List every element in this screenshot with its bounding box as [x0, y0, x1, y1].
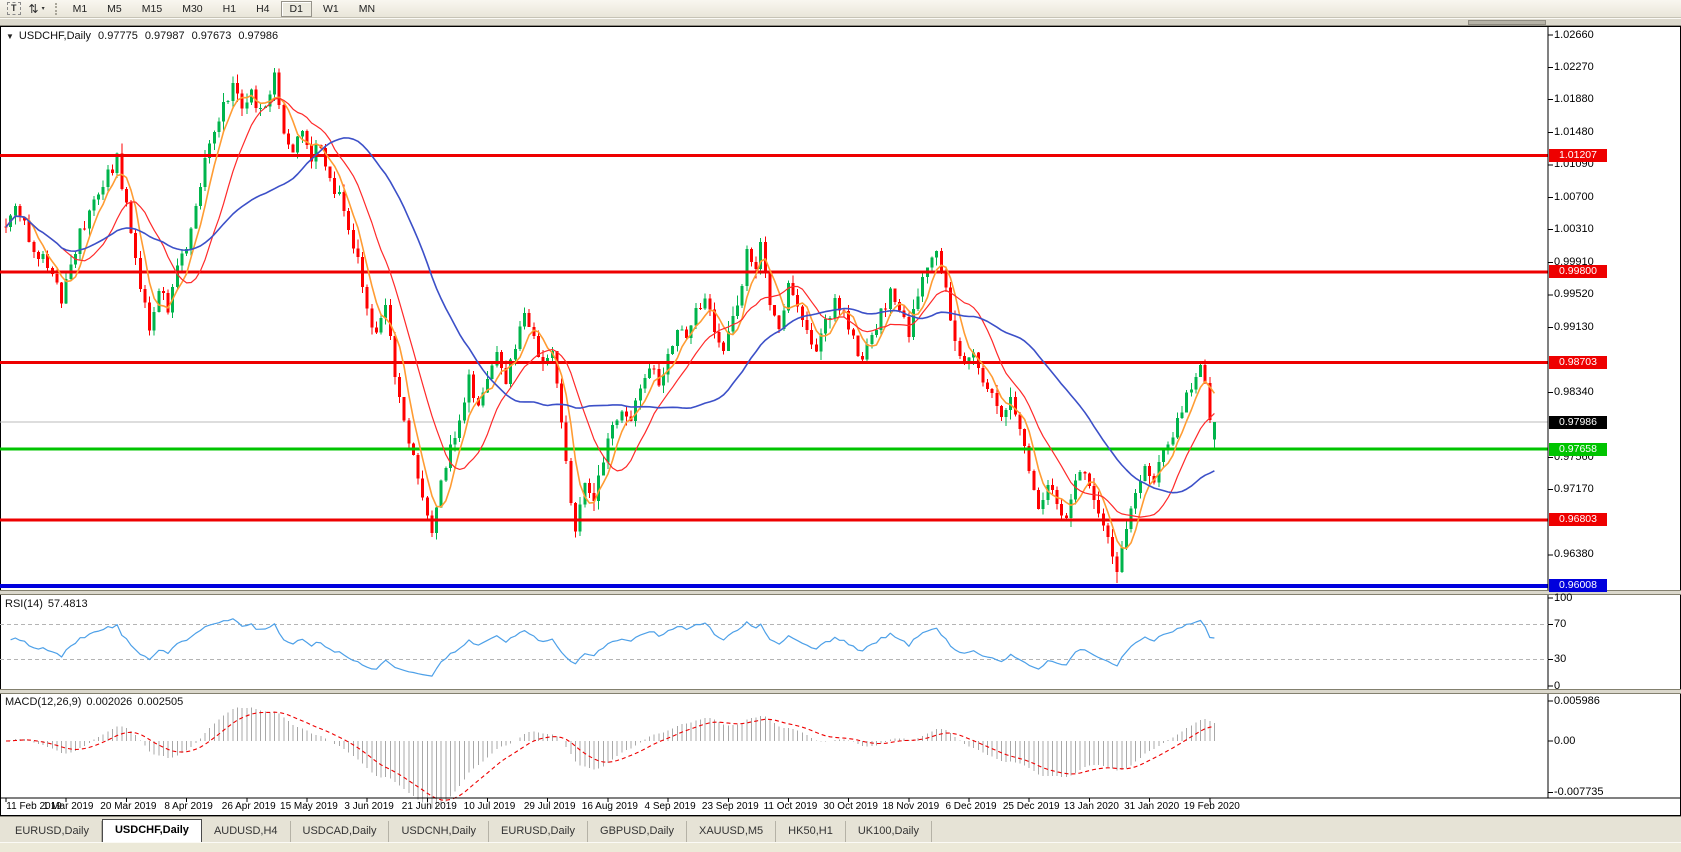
time-axis-label: 4 Sep 2019 — [644, 801, 696, 812]
time-axis-label: 26 Apr 2019 — [221, 801, 276, 812]
status-bar — [0, 842, 1681, 852]
text-tool-icon: T — [7, 2, 21, 15]
price-level-badge: 1.01207 — [1549, 148, 1607, 162]
chart-tabs-bar: EURUSD,Daily USDCHF,Daily AUDUSD,H4 USDCAD,… — [0, 816, 1681, 842]
ohlc-close: 0.97986 — [238, 30, 279, 42]
rsi-axis-label: 100 — [1554, 591, 1573, 604]
symbol-period-label: USDCHF,Daily — [18, 30, 92, 42]
price-level-badge: 0.99800 — [1549, 265, 1607, 279]
time-axis-label: 19 Feb 2020 — [1183, 801, 1240, 812]
macd-axis-label: 0.005986 — [1554, 694, 1600, 707]
hscrollbar-thumb[interactable] — [1468, 20, 1546, 25]
time-axis-label: 30 Oct 2019 — [823, 801, 878, 812]
macd-axis-label: -0.007735 — [1554, 786, 1604, 799]
text-tool-button[interactable]: T — [3, 1, 25, 16]
time-axis-label: 1 Mar 2019 — [42, 801, 94, 812]
time-axis-label: 25 Dec 2019 — [1002, 801, 1060, 812]
mt4-window: T ⇅ ▾ M1 M5 M15 M30 H1 H4 D1 W1 MN ▼ USDCHF,Dail… — [0, 0, 1681, 852]
arrows-icon: ⇅ — [28, 1, 39, 16]
price-axis-label: 0.99520 — [1554, 288, 1594, 301]
chart-tab[interactable]: USDCNH,Daily — [389, 821, 490, 842]
time-axis-label: 13 Jan 2020 — [1063, 801, 1119, 812]
timeframe-button-m5[interactable]: M5 — [98, 1, 131, 17]
rsi-axis-label: 30 — [1554, 653, 1567, 666]
caret-down-icon: ▾ — [41, 6, 45, 12]
ohlc-low: 0.97673 — [191, 30, 232, 42]
chart-canvas[interactable] — [0, 26, 1681, 816]
rsi-axis-label: 70 — [1554, 617, 1567, 630]
chart-tab[interactable]: EURUSD,Daily — [3, 821, 102, 842]
price-axis-label: 1.01480 — [1554, 126, 1594, 139]
time-axis-label: 11 Oct 2019 — [763, 801, 818, 812]
price-axis-label: 1.00310 — [1554, 223, 1594, 236]
price-axis-label: 0.97170 — [1554, 483, 1594, 496]
timeframe-toolbar: M1 M5 M15 M30 H1 H4 D1 W1 MN — [63, 0, 385, 17]
price-level-badge: 0.98703 — [1549, 356, 1607, 370]
price-axis-label: 0.96380 — [1554, 548, 1594, 561]
time-axis-label: 23 Sep 2019 — [701, 801, 759, 812]
timeframe-button-w1[interactable]: W1 — [314, 1, 348, 17]
chart-tab[interactable]: XAUUSD,M5 — [687, 821, 777, 842]
timeframe-button-m30[interactable]: M30 — [173, 1, 211, 17]
ohlc-high: 0.97987 — [144, 30, 185, 42]
price-axis-label: 0.99130 — [1554, 320, 1594, 333]
price-axis-label: 1.01880 — [1554, 93, 1594, 106]
price-level-badge: 0.96803 — [1549, 513, 1607, 527]
timeframe-button-mn[interactable]: MN — [350, 1, 384, 17]
time-axis-label: 31 Jan 2020 — [1124, 801, 1180, 812]
toolbar-grip[interactable] — [54, 2, 57, 15]
timeframe-button-h4[interactable]: H4 — [247, 1, 278, 17]
chart-tab[interactable]: USDCAD,Daily — [291, 821, 390, 842]
time-axis-label: 6 Dec 2019 — [945, 801, 997, 812]
time-axis-label: 20 Mar 2019 — [100, 801, 157, 812]
rsi-axis-label: 0 — [1554, 679, 1561, 692]
timeframe-button-h1[interactable]: H1 — [214, 1, 245, 17]
chart-tab[interactable]: EURUSD,Daily — [489, 821, 589, 842]
chart-tab[interactable]: AUDUSD,H4 — [202, 821, 291, 842]
time-axis-label: 21 Jun 2019 — [401, 801, 457, 812]
time-axis-label: 15 May 2019 — [280, 801, 338, 812]
time-axis-label: 8 Apr 2019 — [164, 801, 213, 812]
time-axis-label: 16 Aug 2019 — [581, 801, 638, 812]
pane-separator-macd[interactable] — [0, 689, 1681, 694]
price-axis-label: 0.98340 — [1554, 386, 1594, 399]
price-axis-label: 1.00700 — [1554, 190, 1594, 203]
chart-tab[interactable]: UK100,Daily — [846, 821, 932, 842]
timeframe-button-m15[interactable]: M15 — [133, 1, 171, 17]
timeframe-button-d1[interactable]: D1 — [280, 0, 312, 17]
macd-label: MACD(12,26,9) 0.002026 0.002505 — [5, 696, 184, 708]
toolbar: T ⇅ ▾ M1 M5 M15 M30 H1 H4 D1 W1 MN — [0, 0, 1681, 18]
collapse-arrow-icon[interactable]: ▼ — [6, 32, 14, 41]
chart-window: ▼ USDCHF,Daily 0.97775 0.97987 0.97673 0… — [0, 26, 1681, 816]
price-axis-label: 1.02660 — [1554, 28, 1594, 41]
chart-hscrollbar[interactable] — [0, 18, 1681, 26]
time-axis-label: 18 Nov 2019 — [882, 801, 940, 812]
rsi-label: RSI(14) 57.4813 — [5, 598, 88, 610]
price-axis-label: 1.02270 — [1554, 60, 1594, 73]
current-price-badge: 0.97986 — [1549, 415, 1607, 429]
chart-tab[interactable]: USDCHF,Daily — [101, 819, 202, 842]
chart-tab[interactable]: GBPUSD,Daily — [588, 821, 687, 842]
timeframe-button-m1[interactable]: M1 — [64, 1, 97, 17]
time-axis-label: 3 Jun 2019 — [344, 801, 394, 812]
time-axis-label: 29 Jul 2019 — [523, 801, 576, 812]
arrows-tool-button[interactable]: ⇅ ▾ — [25, 1, 49, 16]
time-axis-label: 10 Jul 2019 — [463, 801, 516, 812]
macd-axis-label: 0.00 — [1554, 734, 1576, 747]
pane-separator-rsi[interactable] — [0, 590, 1681, 595]
price-level-badge: 0.97658 — [1549, 442, 1607, 456]
chart-title: ▼ USDCHF,Daily 0.97775 0.97987 0.97673 0… — [6, 30, 278, 42]
ohlc-open: 0.97775 — [98, 30, 138, 42]
chart-tab[interactable]: HK50,H1 — [776, 821, 846, 842]
price-level-badge: 0.96008 — [1549, 579, 1607, 593]
